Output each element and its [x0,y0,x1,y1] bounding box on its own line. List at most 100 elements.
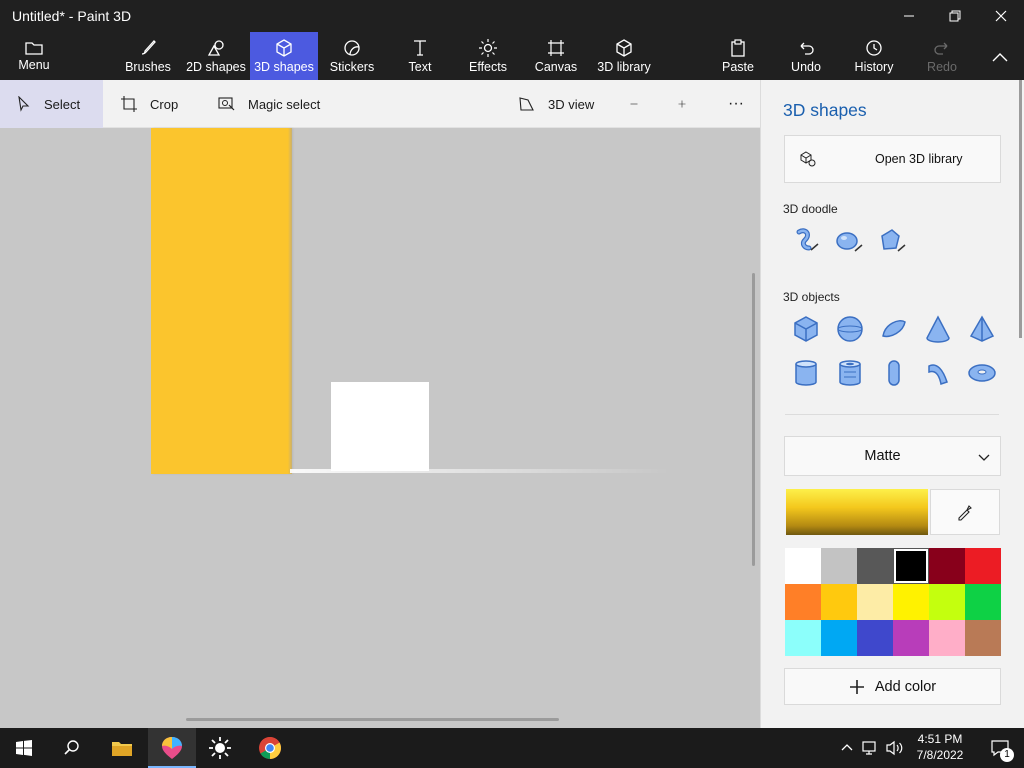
redo-button[interactable]: Redo [920,32,964,80]
start-button[interactable] [0,728,48,768]
donut-object-icon[interactable] [967,358,997,388]
tube-doodle-icon[interactable] [877,226,907,256]
yellow-3d-shape[interactable] [151,128,291,474]
history-icon [866,40,882,56]
white-3d-shape[interactable] [331,382,429,471]
tab-stickers[interactable]: Stickers [326,32,378,80]
color-swatch[interactable] [965,548,1001,584]
tool-bar: Select Crop Magic select 3D view ··· [0,80,760,128]
crop-icon [121,96,137,112]
color-swatch[interactable] [893,584,929,620]
crop-tool[interactable]: Crop [120,80,178,128]
open-3d-library-button[interactable]: Open 3D library [784,135,1001,183]
color-swatch[interactable] [785,620,821,656]
tab-effects[interactable]: Effects [464,32,512,80]
window-title: Untitled* - Paint 3D [12,8,132,24]
history-label: History [854,60,894,74]
folder-icon [112,742,132,756]
add-color-button[interactable]: Add color [784,668,1001,705]
zoom-out-button[interactable] [630,80,650,128]
show-hidden-icons-icon[interactable] [840,741,854,755]
taskbar-chrome[interactable] [246,728,294,768]
current-color-swatch[interactable] [786,489,928,535]
minimize-button[interactable] [886,0,932,32]
color-swatch[interactable] [929,548,965,584]
eyedropper-button[interactable] [930,489,1000,535]
paste-button[interactable]: Paste [716,32,760,80]
canvas-horizontal-scrollbar[interactable] [186,718,559,721]
tab-3d-shapes[interactable]: 3D shapes [250,32,318,80]
cone-object-icon[interactable] [923,314,953,344]
sun-effects-icon [479,39,497,57]
color-swatch[interactable] [821,620,857,656]
collapse-ribbon-button[interactable] [980,32,1020,80]
close-button[interactable] [978,0,1024,32]
color-swatch[interactable] [857,620,893,656]
undo-icon [800,42,814,55]
color-swatch[interactable] [857,584,893,620]
soft-edge-doodle-icon[interactable] [834,226,864,256]
chevron-up-icon [992,53,1008,62]
network-icon[interactable] [862,740,880,756]
sphere-object-icon[interactable] [835,314,865,344]
minimize-icon [904,15,914,17]
pyramid-object-icon[interactable] [967,314,997,344]
more-options-button[interactable]: ··· [726,80,746,128]
add-color-label: Add color [874,678,937,695]
clock-date: 7/8/2022 [916,748,964,762]
color-swatch[interactable] [929,584,965,620]
color-swatch[interactable] [965,620,1001,656]
tab-canvas-label: Canvas [534,60,578,74]
search-button[interactable] [48,728,96,768]
title-bar: Untitled* - Paint 3D [0,0,1024,32]
zoom-in-button[interactable] [678,80,698,128]
3d-view-icon [519,97,534,111]
taskbar-brightness-app[interactable] [196,728,244,768]
panel-scrollbar[interactable] [1019,80,1022,338]
material-dropdown[interactable]: Matte [784,436,1001,476]
color-swatch[interactable] [857,548,893,584]
magic-select-tool[interactable]: Magic select [218,80,320,128]
tab-brushes[interactable]: Brushes [120,32,176,80]
sharp-edge-doodle-icon[interactable] [791,226,821,256]
curved-tube-object-icon[interactable] [923,358,953,388]
paint3d-window: Untitled* - Paint 3D Menu Brushes 2D sha… [0,0,1024,768]
canvas-vertical-scrollbar[interactable] [752,273,755,566]
color-swatch[interactable] [821,548,857,584]
color-swatch[interactable] [785,584,821,620]
cylinder-object-icon[interactable] [791,358,821,388]
color-swatch[interactable] [785,548,821,584]
color-swatch[interactable] [965,584,1001,620]
color-swatch[interactable] [893,548,929,584]
clock-time: 4:51 PM [917,732,963,746]
tab-2d-shapes[interactable]: 2D shapes [184,32,248,80]
drawing-canvas[interactable] [0,128,760,728]
cube-object-icon[interactable] [791,314,821,344]
floor-highlight [290,469,670,473]
history-button[interactable]: History [850,32,898,80]
taskbar-paint3d[interactable] [148,728,196,768]
taskbar-file-explorer[interactable] [98,728,146,768]
select-tool[interactable]: Select [0,80,103,128]
tab-3d-library[interactable]: 3D library [594,32,654,80]
chrome-icon [259,737,281,759]
undo-button[interactable]: Undo [784,32,828,80]
menu-button[interactable]: Menu [0,32,68,80]
tab-canvas[interactable]: Canvas [532,32,580,80]
hemisphere-object-icon[interactable] [879,314,909,344]
3d-view-toggle[interactable]: 3D view [518,80,594,128]
volume-icon[interactable] [886,740,904,756]
magic-select-icon [218,97,235,111]
system-clock[interactable]: 4:51 PM 7/8/2022 [905,731,975,763]
restore-button[interactable] [932,0,978,32]
tab-text[interactable]: Text [396,32,444,80]
color-swatch[interactable] [929,620,965,656]
action-center-button[interactable]: 1 [976,728,1024,768]
tab-text-label: Text [408,60,432,74]
windows-taskbar: 4:51 PM 7/8/2022 1 [0,728,1024,768]
capsule-object-icon[interactable] [879,358,909,388]
color-swatch[interactable] [893,620,929,656]
panel-divider [785,414,999,415]
color-swatch[interactable] [821,584,857,620]
tube-object-icon[interactable] [835,358,865,388]
